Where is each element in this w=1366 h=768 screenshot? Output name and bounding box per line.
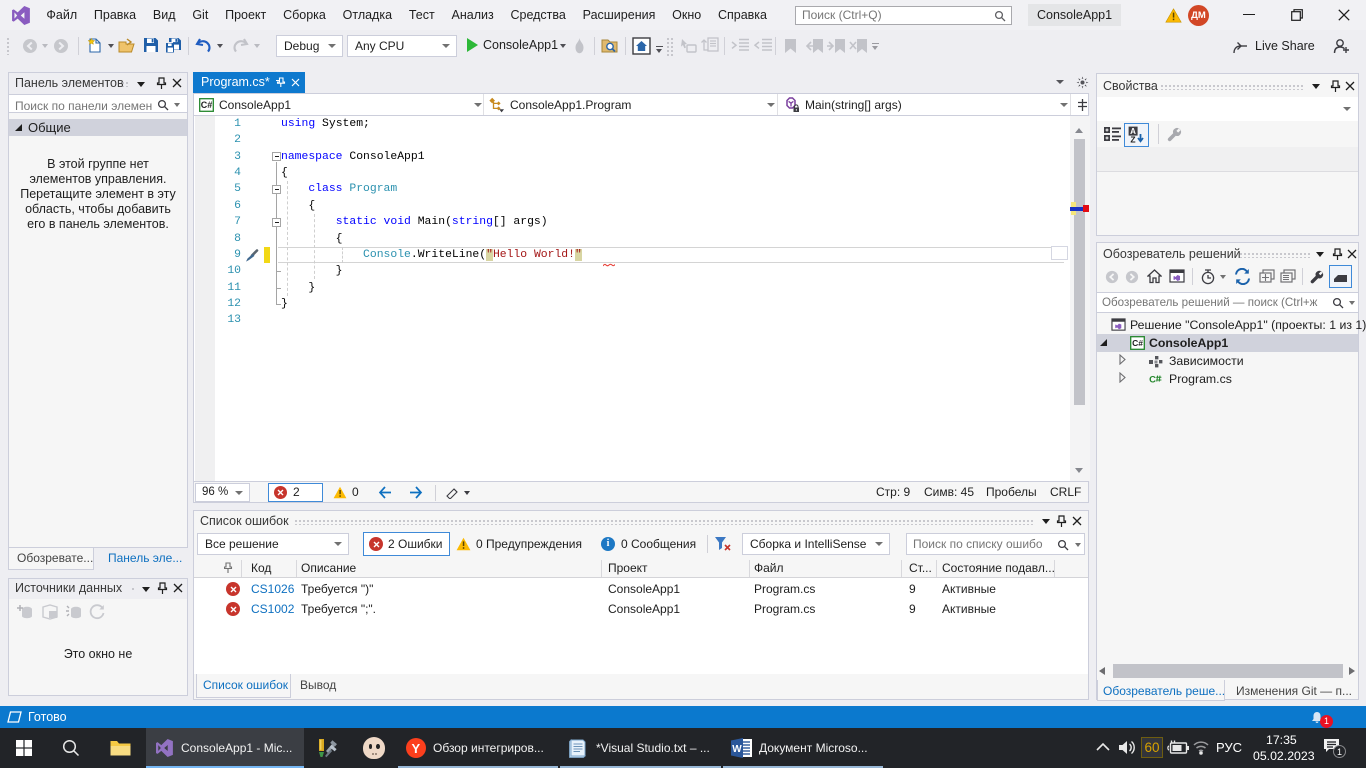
svg-text:C#: C# [1132,338,1143,348]
svg-text:Z: Z [1130,135,1135,144]
svg-text:C: C [1149,375,1156,386]
svg-text:W: W [732,744,742,755]
svg-text:C#: C# [201,100,213,110]
